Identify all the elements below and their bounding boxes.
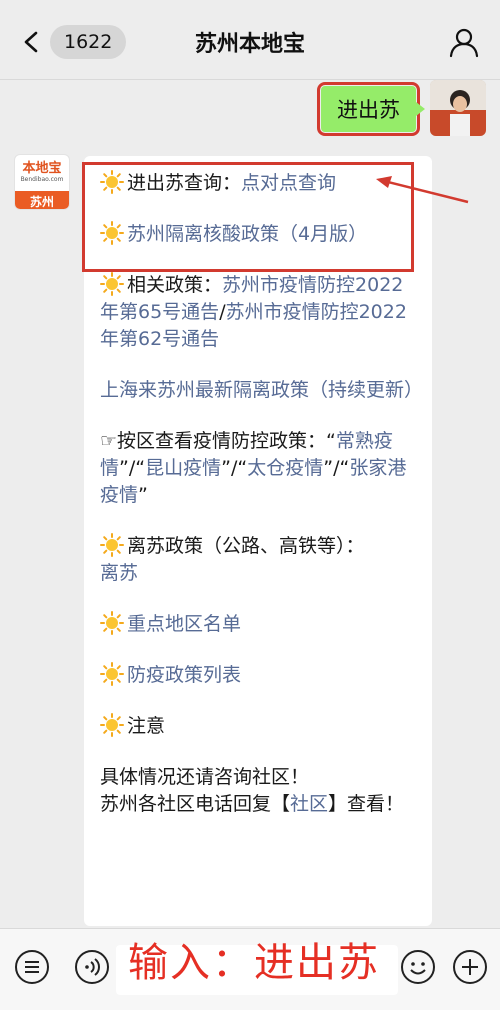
link-point-to-point-query[interactable]: 点对点查询	[241, 172, 336, 194]
community-line1: 具体情况还请咨询社区！	[100, 766, 310, 788]
annotation-overlay-text: 输入：进出苏	[128, 940, 380, 986]
community-line2b: 】查看！	[328, 793, 405, 815]
link-policy-list[interactable]: 防疫政策列表	[127, 664, 241, 686]
self-avatar[interactable]	[430, 80, 486, 136]
voice-icon[interactable]	[74, 949, 110, 985]
sun-emoji-icon	[100, 662, 124, 686]
logo-city: 苏州	[15, 191, 69, 209]
emoji-icon[interactable]	[400, 949, 436, 985]
link-taicang[interactable]: 太仓疫情	[247, 457, 323, 479]
sun-emoji-icon	[100, 272, 124, 296]
notice-label: 注意	[127, 715, 166, 737]
bot-avatar[interactable]: 本地宝 Bendibao.com 苏州	[14, 154, 70, 210]
label-leave-policy: 离苏政策（公路、高铁等）：	[127, 535, 365, 557]
para-related-policy: 相关政策：苏州市疫情防控2022年第65号通告/苏州市疫情防控2022年第62号…	[100, 272, 418, 353]
para-notice: 注意	[100, 713, 418, 740]
quote: ”/“	[119, 457, 146, 479]
para-community: 具体情况还请咨询社区！ 苏州各社区电话回复【社区】查看！	[100, 764, 418, 818]
para-leave-policy: 离苏政策（公路、高铁等）： 离苏	[100, 533, 418, 587]
link-shanghai-policy[interactable]: 上海来苏州最新隔离政策（持续更新）	[100, 379, 423, 401]
community-line2a: 苏州各社区电话回复【	[100, 793, 291, 815]
para-entry-query: 进出苏查询：点对点查询	[100, 170, 418, 197]
sun-emoji-icon	[100, 713, 124, 737]
sun-emoji-icon	[100, 221, 124, 245]
para-key-areas: 重点地区名单	[100, 611, 418, 638]
chat-title: 苏州本地宝	[194, 32, 305, 57]
quote: ”/“	[323, 457, 350, 479]
link-leave-suzhou[interactable]: 离苏	[100, 562, 138, 584]
label-entry-query: 进出苏查询：	[127, 172, 242, 194]
logo-text: 本地宝	[22, 161, 62, 176]
para-district-policy: ☞按区查看疫情防控政策：“常熟疫情”/“昆山疫情”/“太仓疫情”/“张家港疫情”	[100, 428, 418, 509]
para-isolation-policy: 苏州隔离核酸政策（4月版）	[100, 221, 418, 248]
quote: ”/“	[221, 457, 248, 479]
sun-emoji-icon	[100, 611, 124, 635]
quote: “	[326, 430, 336, 452]
menu-icon[interactable]	[14, 949, 50, 985]
label-district-policy: ☞按区查看疫情防控政策：	[100, 430, 327, 452]
link-kunshan[interactable]: 昆山疫情	[145, 457, 221, 479]
person-icon[interactable]	[448, 26, 480, 58]
link-community[interactable]: 社区	[290, 793, 328, 815]
brand-logo: 本地宝 Bendibao.com	[15, 155, 69, 191]
incoming-message: 进出苏查询：点对点查询 苏州隔离核酸政策（4月版） 相关政策：苏州市疫情防控20…	[84, 156, 432, 926]
logo-sub: Bendibao.com	[20, 176, 64, 183]
outgoing-message[interactable]: 进出苏	[317, 82, 425, 136]
label-related-policy: 相关政策：	[127, 274, 223, 296]
link-key-areas[interactable]: 重点地区名单	[127, 613, 241, 635]
chat-header: 1622 苏州本地宝	[0, 0, 500, 80]
sun-emoji-icon	[100, 533, 124, 557]
sun-emoji-icon	[100, 170, 124, 194]
plus-icon[interactable]	[452, 949, 488, 985]
para-shanghai-policy: 上海来苏州最新隔离政策（持续更新）	[100, 377, 423, 404]
para-policy-list: 防疫政策列表	[100, 662, 418, 689]
quote: ”	[138, 484, 148, 506]
link-isolation-policy[interactable]: 苏州隔离核酸政策（4月版）	[127, 223, 367, 245]
